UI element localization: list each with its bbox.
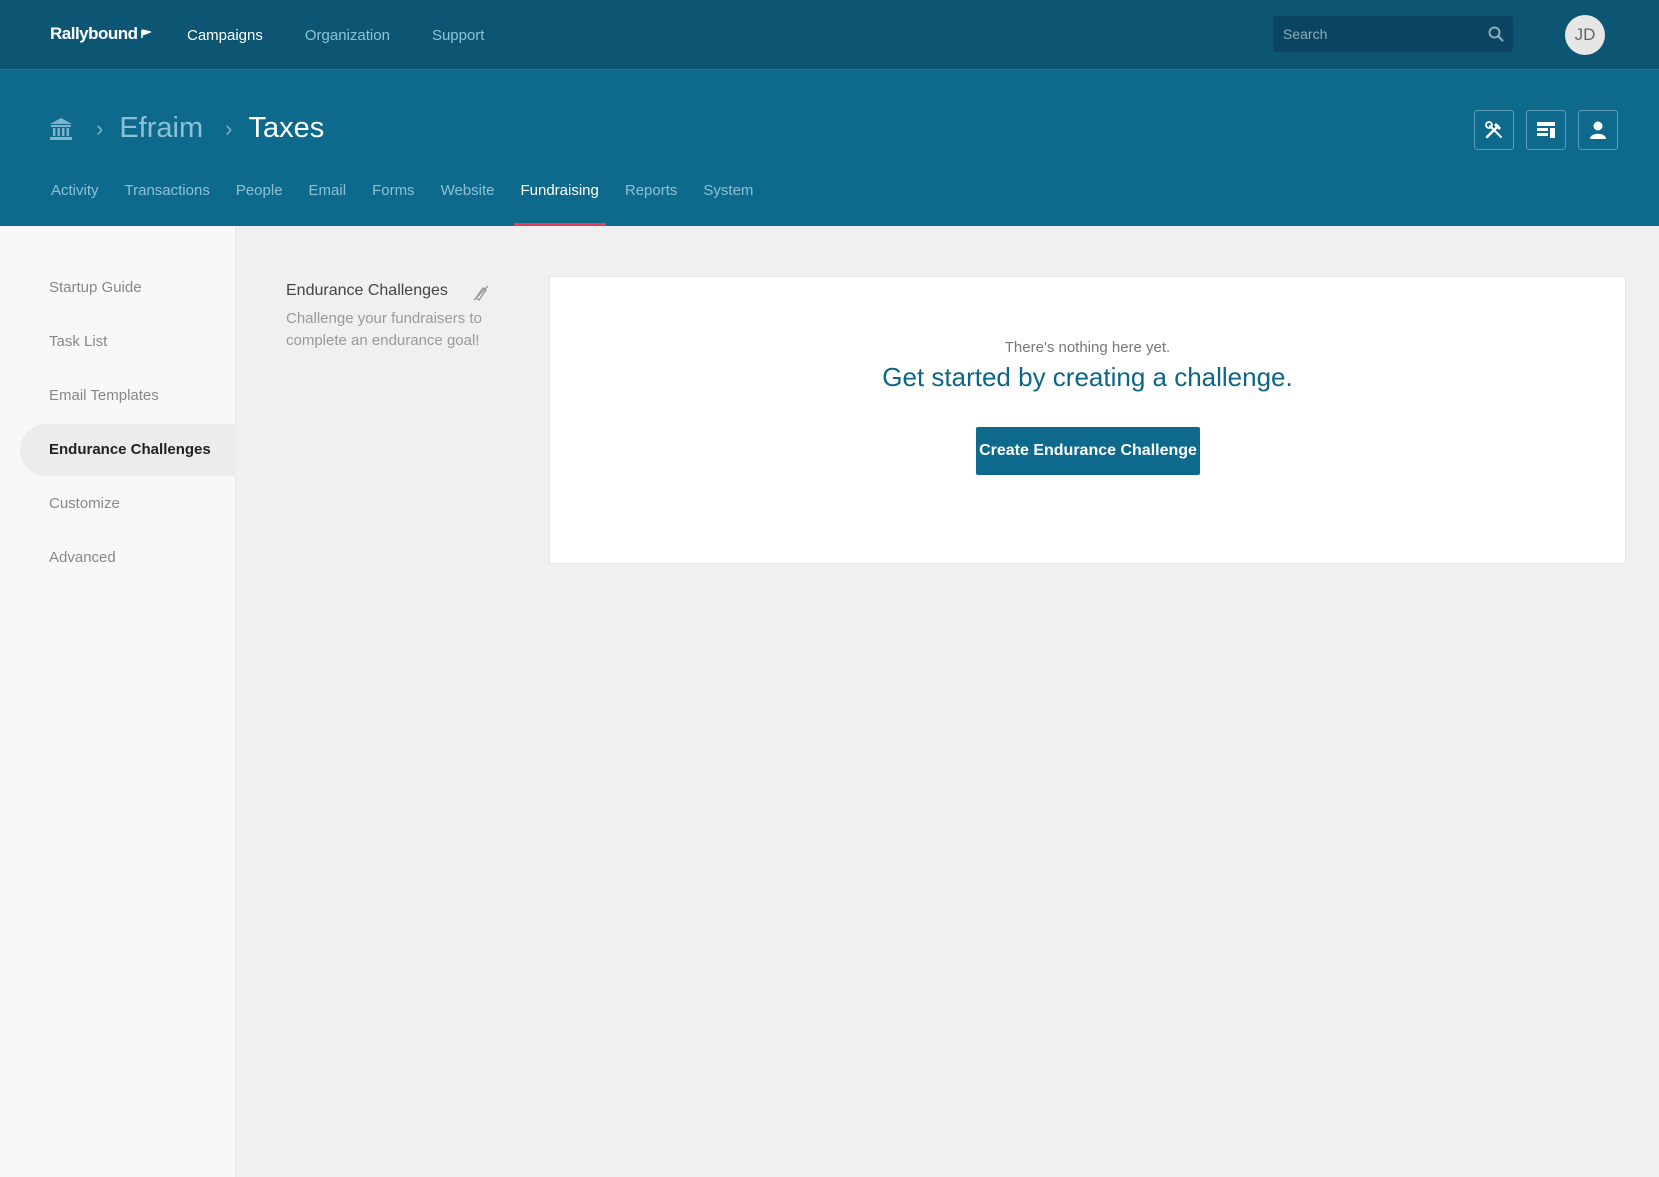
- tab-website[interactable]: Website: [428, 178, 508, 226]
- sidebar-item-customize[interactable]: Customize: [20, 478, 236, 530]
- top-nav-campaigns[interactable]: Campaigns: [187, 27, 263, 44]
- tools-icon: [1485, 121, 1502, 139]
- section-title: Endurance Challenges: [286, 282, 448, 299]
- top-nav-organization[interactable]: Organization: [305, 27, 390, 44]
- layout-icon: [1537, 122, 1555, 138]
- flag-icon: [140, 29, 151, 38]
- breadcrumb: › Efraim › Taxes: [48, 112, 324, 145]
- header-actions: [1474, 110, 1618, 150]
- tab-fundraising[interactable]: Fundraising: [507, 178, 611, 226]
- tools-button[interactable]: [1474, 110, 1514, 150]
- sidebar-item-task-list[interactable]: Task List: [20, 316, 236, 368]
- chevron-right-icon: ›: [225, 115, 233, 141]
- campaign-header: › Efraim › Taxes Activity Transactions P…: [0, 70, 1659, 226]
- section-info: Endurance Challenges Challenge your fund…: [286, 282, 491, 352]
- chevron-right-icon: ›: [96, 115, 104, 141]
- rallybound-logo[interactable]: Rallybound: [50, 24, 151, 44]
- campaign-tabs: Activity Transactions People Email Forms…: [51, 178, 766, 226]
- tab-system[interactable]: System: [690, 178, 766, 226]
- tab-reports[interactable]: Reports: [612, 178, 691, 226]
- account-button[interactable]: [1578, 110, 1618, 150]
- sidebar-item-email-templates[interactable]: Email Templates: [20, 370, 236, 422]
- layout-button[interactable]: [1526, 110, 1566, 150]
- tab-email[interactable]: Email: [296, 178, 360, 226]
- tab-forms[interactable]: Forms: [359, 178, 428, 226]
- breadcrumb-org[interactable]: Efraim: [119, 112, 203, 145]
- top-bar: Rallybound Campaigns Organization Suppor…: [0, 0, 1659, 70]
- sidebar-item-endurance-challenges[interactable]: Endurance Challenges: [20, 424, 236, 476]
- breadcrumb-campaign: Taxes: [248, 112, 325, 144]
- search-box: [1273, 16, 1513, 52]
- section-description: Challenge your fundraisers to complete a…: [286, 310, 482, 349]
- user-icon: [1590, 121, 1606, 139]
- tab-transactions[interactable]: Transactions: [112, 178, 223, 226]
- empty-state-subtitle: There's nothing here yet.: [1004, 339, 1171, 356]
- tab-people[interactable]: People: [223, 178, 296, 226]
- empty-state-headline: Get started by creating a challenge.: [882, 362, 1293, 392]
- top-nav-support[interactable]: Support: [432, 27, 485, 44]
- sidebar-item-startup-guide[interactable]: Startup Guide: [20, 262, 236, 314]
- hide-help-icon[interactable]: [472, 284, 490, 302]
- empty-state-card: There's nothing here yet. Get started by…: [549, 276, 1626, 564]
- user-avatar[interactable]: JD: [1565, 15, 1605, 55]
- sidebar-item-advanced[interactable]: Advanced: [20, 532, 236, 584]
- sidebar: Startup Guide Task List Email Templates …: [0, 226, 236, 1177]
- search-input[interactable]: [1273, 26, 1473, 42]
- bank-icon[interactable]: [48, 116, 74, 142]
- search-icon[interactable]: [1487, 25, 1505, 43]
- tab-activity[interactable]: Activity: [51, 178, 112, 226]
- logo-text: Rallybound: [50, 24, 138, 43]
- create-endurance-challenge-button[interactable]: Create Endurance Challenge: [976, 427, 1200, 475]
- top-nav: Campaigns Organization Support: [187, 0, 484, 70]
